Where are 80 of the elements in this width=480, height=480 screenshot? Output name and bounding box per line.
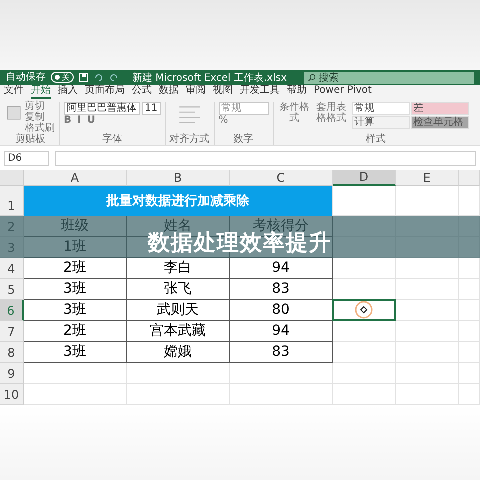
menu-tab[interactable]: 插入 (58, 86, 78, 99)
menu-tab[interactable]: 文件 (4, 86, 24, 99)
menu-tab[interactable]: 视图 (213, 86, 233, 99)
cell-style[interactable]: 差 (410, 102, 469, 115)
group-label: 数字 (232, 134, 255, 145)
group-label: 字体 (101, 134, 124, 145)
empty-cell (459, 300, 480, 321)
group-label: 剪贴板 (14, 134, 46, 145)
row-header[interactable]: 6 (0, 300, 24, 321)
save-icon (79, 72, 89, 82)
style-button[interactable]: 条件格式 (278, 102, 312, 124)
menu-tab[interactable]: Power Pivot (314, 86, 372, 99)
percent-button[interactable]: % (218, 116, 269, 126)
table-cell: 3班 (24, 300, 127, 321)
row-header[interactable]: 1 (0, 186, 24, 216)
cell-style[interactable]: 计算 (352, 116, 410, 129)
menu-tab[interactable]: 审阅 (186, 86, 206, 99)
empty-cell (396, 321, 459, 342)
clipboard-command[interactable]: 复制 (25, 113, 55, 123)
menu-tab[interactable]: 开发工具 (240, 86, 280, 99)
column-header[interactable]: D (333, 170, 396, 186)
table-cell: 83 (230, 342, 333, 363)
row-header[interactable]: 4 (0, 258, 24, 279)
font-style-button[interactable]: B (64, 116, 72, 126)
table-cell: 张飞 (127, 279, 230, 300)
empty-cell (459, 363, 480, 384)
table-title: 批量对数据进行加减乘除 (24, 186, 333, 216)
table-cell: 83 (230, 279, 333, 300)
empty-cell (333, 321, 396, 342)
window-title: 新建 Microsoft Excel 工作表.xlsx (132, 72, 287, 84)
menu-tab[interactable]: 页面布局 (85, 86, 125, 99)
table-cell: 宫本武藏 (127, 321, 230, 342)
empty-cell (333, 363, 396, 384)
font-size-field[interactable]: 11 (142, 102, 161, 115)
undo-icon (94, 72, 104, 82)
group-label: 对齐方式 (170, 134, 210, 145)
font-name-field[interactable]: 阿里巴巴普惠体 (64, 102, 140, 115)
empty-cell (459, 321, 480, 342)
table-cell: 武则天 (127, 300, 230, 321)
empty-cell (333, 342, 396, 363)
clipboard-command[interactable]: 格式刷 (25, 124, 55, 134)
font-style-button[interactable]: U (87, 116, 96, 126)
table-cell: 3班 (24, 279, 127, 300)
autosave-toggle[interactable]: 关 (51, 72, 74, 83)
font-style-button[interactable]: I (78, 116, 82, 126)
autosave-label: 自动保存 (6, 72, 46, 82)
style-button[interactable]: 套用表格格式 (314, 102, 349, 124)
table-cell: 3班 (24, 342, 127, 363)
empty-cell (459, 342, 480, 363)
column-header[interactable]: C (230, 170, 333, 186)
formula-input[interactable] (55, 150, 476, 166)
empty-cell (396, 279, 459, 300)
clipboard-command[interactable]: 剪切 (25, 102, 55, 112)
table-cell: 94 (230, 321, 333, 342)
cell-style[interactable]: 常规 (352, 102, 410, 115)
column-header[interactable]: B (127, 170, 230, 186)
name-box[interactable]: D6 (4, 150, 49, 166)
search-icon (308, 74, 316, 82)
table-cell: 80 (230, 300, 333, 321)
column-header[interactable] (459, 170, 480, 186)
menu-tab[interactable]: 公式 (132, 86, 152, 99)
menu-tab[interactable]: 帮助 (287, 86, 307, 99)
table-cell: 嫦娥 (127, 342, 230, 363)
table-cell: 2班 (24, 321, 127, 342)
column-header[interactable]: A (24, 170, 127, 186)
empty-cell (396, 363, 459, 384)
row-header[interactable]: 10 (0, 384, 24, 405)
empty-cell (396, 342, 459, 363)
column-header[interactable]: E (396, 170, 459, 186)
row-header[interactable]: 8 (0, 342, 24, 363)
row-header[interactable]: 9 (0, 363, 24, 384)
empty-cell (396, 300, 459, 321)
row-header[interactable]: 7 (0, 321, 24, 342)
search-field[interactable]: 搜索 (304, 72, 474, 84)
redo-icon (109, 72, 119, 82)
select-all-corner[interactable] (0, 170, 24, 186)
menu-tab[interactable]: 数据 (159, 86, 179, 99)
empty-cell (459, 279, 480, 300)
row-header[interactable]: 5 (0, 279, 24, 300)
group-label: 样式 (364, 134, 387, 145)
